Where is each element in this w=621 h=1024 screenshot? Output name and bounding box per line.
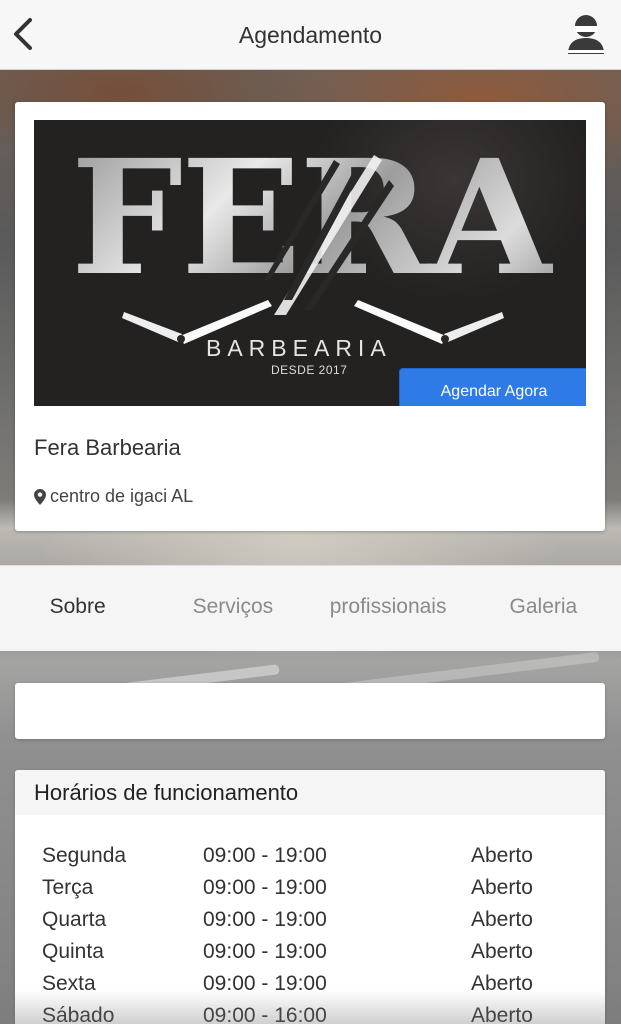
page-title: Agendamento — [238, 22, 383, 48]
time-range: 09:00 - 16:00 — [203, 1004, 327, 1024]
open-status: Aberto — [471, 972, 533, 995]
tab-galeria[interactable]: Galeria — [466, 566, 621, 651]
time-range: 09:00 - 19:00 — [203, 972, 327, 995]
user-avatar-icon — [568, 15, 604, 54]
day-label: Terça — [42, 876, 94, 899]
day-label: Quinta — [42, 940, 104, 963]
day-label: Sábado — [42, 1004, 115, 1024]
shop-location: centro de igaci AL — [34, 486, 193, 507]
opening-hours-table: Segunda 09:00 - 19:00 Aberto Terça 09:00… — [42, 844, 582, 1024]
section-tabs: Sobre Serviços profissionais Galeria — [0, 565, 621, 651]
shop-location-text: centro de igaci AL — [50, 486, 194, 506]
logo-subtitle: BARBEARIA — [206, 335, 392, 361]
day-label: Quarta — [42, 908, 107, 931]
table-row: Terça 09:00 - 19:00 Aberto — [42, 876, 582, 908]
tab-servicos[interactable]: Serviços — [155, 566, 310, 651]
app-header: Agendamento — [0, 0, 621, 70]
table-row: Quinta 09:00 - 19:00 Aberto — [42, 940, 582, 972]
time-range: 09:00 - 19:00 — [203, 940, 327, 963]
table-row: Sábado 09:00 - 16:00 Aberto — [42, 1004, 582, 1024]
time-range: 09:00 - 19:00 — [203, 876, 327, 899]
open-status: Aberto — [471, 1004, 533, 1024]
shop-name: Fera Barbearia — [34, 435, 181, 460]
table-row: Sexta 09:00 - 19:00 Aberto — [42, 972, 582, 1004]
day-label: Sexta — [42, 972, 96, 995]
opening-hours-card: Horários de funcionamento Segunda 09:00 … — [15, 770, 605, 1024]
table-row: Quarta 09:00 - 19:00 Aberto — [42, 908, 582, 940]
day-label: Segunda — [42, 844, 127, 867]
open-status: Aberto — [471, 908, 533, 931]
shop-card: FERA BARBEARIA DESDE 2017 Agendar Agora … — [15, 102, 605, 531]
claw-marks-icon — [264, 155, 394, 315]
description-card — [15, 683, 605, 739]
map-pin-icon — [34, 488, 46, 505]
logo-since: DESDE 2017 — [271, 363, 348, 377]
time-range: 09:00 - 19:00 — [203, 844, 327, 867]
open-status: Aberto — [471, 844, 533, 867]
profile-button[interactable] — [565, 12, 607, 56]
book-now-button[interactable]: Agendar Agora — [399, 368, 586, 406]
tab-sobre[interactable]: Sobre — [0, 566, 155, 651]
table-row: Segunda 09:00 - 19:00 Aberto — [42, 844, 582, 876]
open-status: Aberto — [471, 940, 533, 963]
tab-profissionais[interactable]: profissionais — [311, 566, 466, 651]
shop-banner: FERA BARBEARIA DESDE 2017 Agendar Agora — [34, 120, 586, 406]
time-range: 09:00 - 19:00 — [203, 908, 327, 931]
open-status: Aberto — [471, 876, 533, 899]
opening-hours-title: Horários de funcionamento — [15, 770, 605, 815]
